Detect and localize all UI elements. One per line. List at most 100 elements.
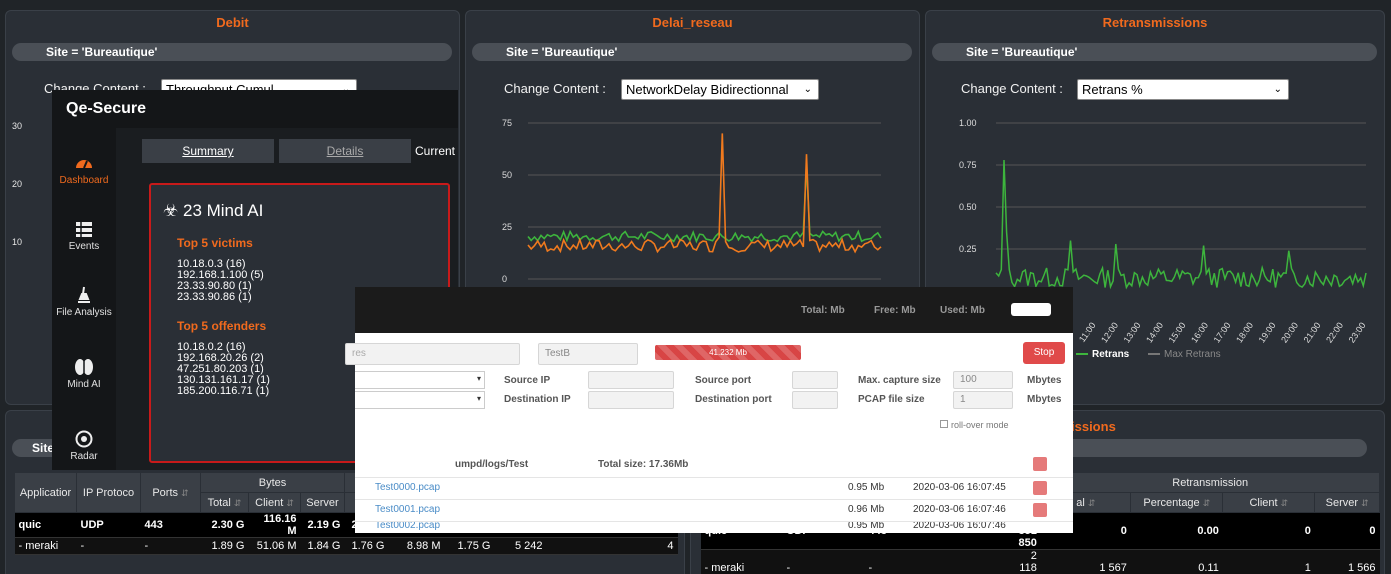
col-proto[interactable]: IP Protoco (76, 472, 141, 513)
panel-title: Debit (216, 15, 249, 30)
total-size: Total size: 17.36Mb (598, 459, 689, 470)
nav-file-analysis[interactable]: File Analysis (52, 284, 116, 318)
y-tick-label: 25 (502, 222, 512, 232)
dest-ip-label: Destination IP (504, 394, 571, 405)
x-tick-label: 23:00 (1347, 320, 1368, 344)
source-port-input[interactable] (792, 371, 838, 389)
source-ip-input[interactable] (588, 371, 674, 389)
offenders-title: Top 5 offenders (177, 319, 267, 333)
col-total[interactable]: Total ⇵ (200, 492, 249, 513)
max-capture-label: Max. capture size (858, 375, 941, 386)
mbytes-label-2: Mbytes (1027, 394, 1062, 405)
delete-icon[interactable] (1033, 503, 1047, 517)
victims-list: 10.18.0.3 (16) 192.168.1.100 (5) 23.33.9… (177, 259, 264, 303)
brain-icon (75, 359, 93, 375)
file-row[interactable]: Test0002.pcap 0.95 Mb 2020-03-06 16:07:4… (355, 521, 1073, 533)
content-select[interactable]: Retrans % ⌄ (1077, 79, 1289, 100)
sort-icon: ⇵ (181, 487, 189, 498)
y-tick: 30 (12, 121, 23, 131)
nav-radar[interactable]: Radar (52, 430, 116, 462)
y-tick-label: 1.00 (959, 118, 977, 128)
list-item: 23.33.90.86 (1) (177, 291, 252, 303)
x-tick-label: 20:00 (1279, 320, 1300, 344)
name-input[interactable]: res (345, 343, 520, 365)
mbytes-label: Mbytes (1027, 375, 1062, 386)
table-row[interactable]: - meraki - - 1.89 G 51.06 M 1.84 G 1.76 G 8.9… (14, 537, 678, 555)
file-link[interactable]: Test0000.pcap (375, 478, 440, 498)
x-tick-label: 13:00 (1122, 320, 1143, 344)
change-content-label: Change Content : (504, 81, 606, 96)
file-link[interactable]: Test0001.pcap (375, 500, 440, 520)
sort-icon: ⇵ (286, 497, 294, 508)
total-label: Total: Mb (801, 305, 845, 316)
site-label: Site = 'Bureautique' (12, 43, 452, 61)
col-client[interactable]: Client ⇵ (1222, 492, 1316, 513)
log-path: umpd/logs/Test (455, 459, 529, 470)
file-row[interactable]: Test0000.pcap 0.95 Mb 2020-03-06 16:07:4… (355, 477, 1073, 497)
col-server[interactable]: Server ⇵ (1314, 492, 1380, 513)
sort-icon: ⇵ (1087, 497, 1096, 508)
delete-all-icon[interactable] (1033, 457, 1047, 471)
offenders-list: 10.18.0.2 (16) 192.168.20.26 (2) 47.251.… (177, 342, 270, 397)
dest-port-label: Destination port (695, 394, 772, 405)
x-tick-label: 14:00 (1144, 320, 1165, 344)
change-content-label: Change Content : (961, 81, 1063, 96)
proto-select[interactable]: ▾ (355, 371, 485, 389)
file-link[interactable]: Test0002.pcap (375, 522, 440, 533)
sort-icon: ⇵ (1361, 497, 1369, 508)
x-tick-label: 18:00 (1234, 320, 1255, 344)
y-tick-label: 0.75 (959, 160, 977, 170)
mind-ai-title: 23 Mind AI (182, 201, 264, 220)
legend-label: Max Retrans (1164, 349, 1221, 360)
file-row[interactable]: Test0001.pcap 0.96 Mb 2020-03-06 16:07:4… (355, 499, 1073, 519)
dest-ip-input[interactable] (588, 391, 674, 409)
capture-header: Total: Mb Free: Mb Used: Mb (355, 287, 1073, 333)
y-tick-label: 0.25 (959, 244, 977, 254)
panel-title: Retransmissions (1102, 15, 1208, 30)
pcap-size-input[interactable]: 1 (953, 391, 1013, 409)
biohazard-icon: ☣ (163, 201, 179, 220)
list-item: 185.200.116.71 (1) (177, 385, 270, 397)
nav-events[interactable]: Events (52, 220, 116, 252)
dest-port-input[interactable] (792, 391, 838, 409)
series-line-retrans (995, 159, 1367, 290)
source-ip-label: Source IP (504, 375, 551, 386)
delete-icon[interactable] (1033, 481, 1047, 495)
max-capture-input[interactable]: 100 (953, 371, 1013, 389)
nav-dashboard[interactable]: Dashboard (52, 154, 116, 186)
used-bar (1011, 303, 1051, 316)
col-client[interactable]: Client ⇵ (248, 492, 301, 513)
source-port-label: Source port (695, 375, 752, 386)
col-percentage[interactable]: Percentage ⇵ (1130, 492, 1224, 513)
x-tick-label: 15:00 (1167, 320, 1188, 344)
x-tick-label: 22:00 (1324, 320, 1345, 344)
rollover-checkbox[interactable]: roll-over mode (940, 420, 1009, 430)
tab-current[interactable]: Current (412, 139, 458, 163)
col-server[interactable]: Server (300, 492, 345, 513)
table-row[interactable]: - meraki-- 2 118 8591 5670.11 11 566 (700, 549, 1380, 574)
x-tick-label: 12:00 (1099, 320, 1120, 344)
tab-summary[interactable]: Summary (142, 139, 274, 163)
y-tick: 20 (12, 179, 23, 189)
y-tick: 10 (12, 237, 23, 247)
series-line-green (527, 164, 882, 244)
col-retrans: Retransmission (1040, 472, 1380, 493)
y-tick-label: 0 (502, 274, 507, 284)
tab-details[interactable]: Details (279, 139, 411, 163)
col-app[interactable]: Applicatior (14, 472, 77, 513)
x-tick-label: 11:00 (1077, 320, 1098, 344)
panel-title: Delai_reseau (652, 15, 733, 30)
events-icon (76, 222, 92, 237)
test-name-input[interactable]: TestB (538, 343, 638, 365)
stop-button[interactable]: Stop (1023, 342, 1065, 364)
content-select[interactable]: NetworkDelay Bidirectionnal ⌄ (621, 79, 819, 100)
capture-progress: 41.232 Mb (655, 345, 801, 360)
file-analysis-icon (78, 286, 90, 303)
site-label: Site = 'Bureautique' (472, 43, 912, 61)
radar-icon (75, 430, 93, 448)
nav-mind-ai[interactable]: Mind AI (52, 358, 116, 390)
proto-select-2[interactable]: ▾ (355, 391, 485, 409)
x-tick-label: 16:00 (1189, 320, 1210, 344)
x-tick-label: 19:00 (1257, 320, 1278, 344)
col-ports[interactable]: Ports ⇵ (140, 472, 201, 513)
